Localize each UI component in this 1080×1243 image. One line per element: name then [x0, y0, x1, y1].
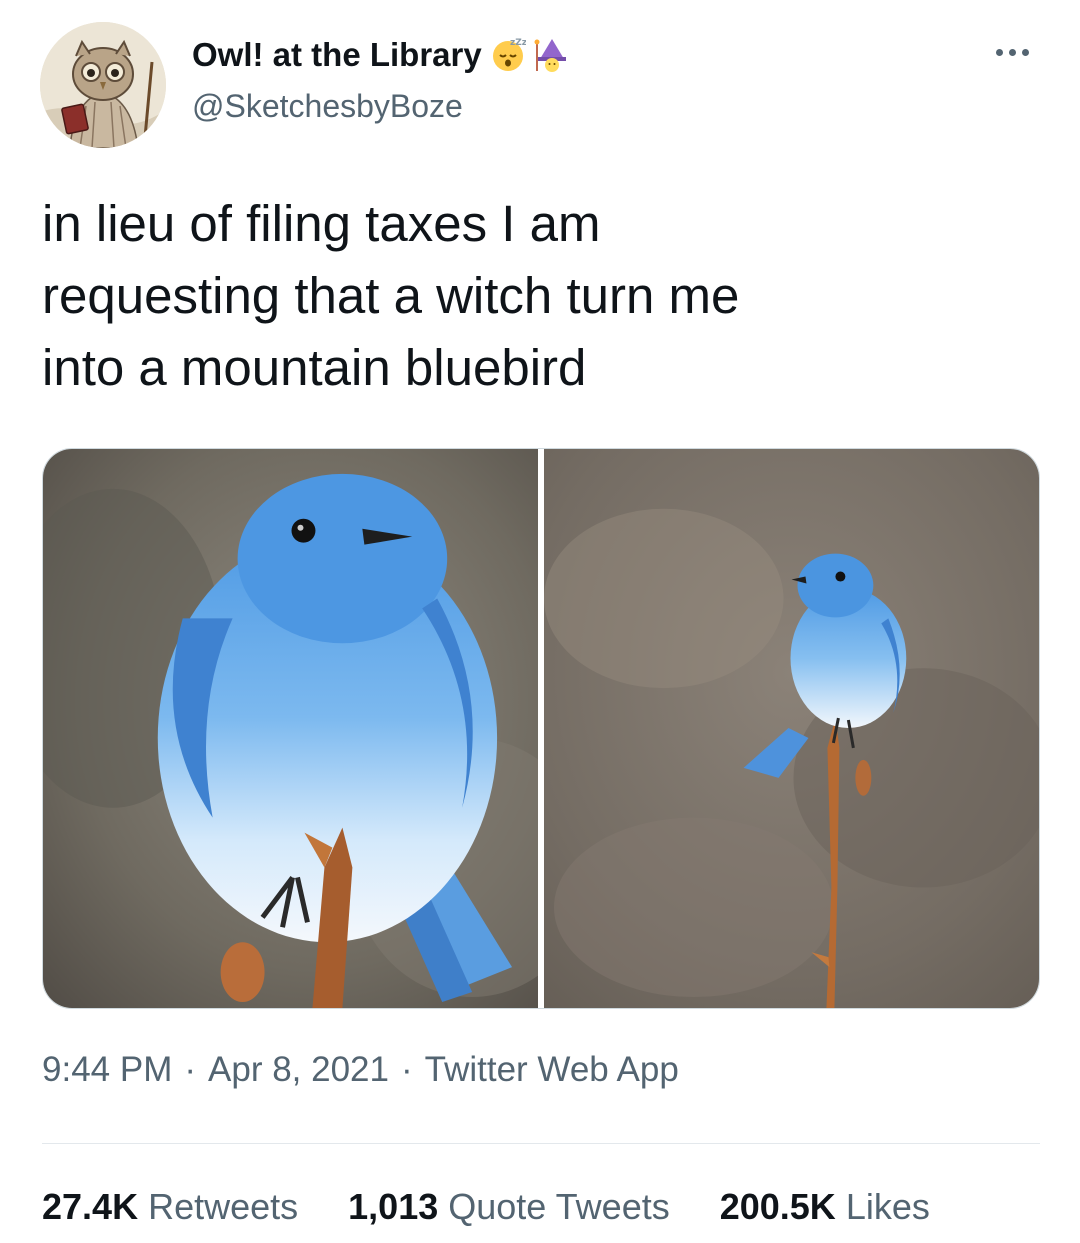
media-photo-1[interactable] — [43, 449, 538, 1008]
bluebird-on-stem-photo-icon — [544, 449, 1039, 1008]
retweets-stat[interactable]: 27.4K Retweets — [42, 1186, 298, 1228]
retweets-count: 27.4K — [42, 1186, 139, 1227]
meta-separator: · — [400, 1050, 413, 1089]
bluebird-closeup-photo-icon — [43, 449, 538, 1008]
author-handle[interactable]: @SketchesbyBoze — [192, 88, 463, 125]
likes-count: 200.5K — [719, 1186, 836, 1227]
sleeping-face-emoji-icon: zZz — [490, 37, 527, 73]
meta-separator: · — [184, 1050, 197, 1089]
likes-label: Likes — [845, 1186, 930, 1227]
tweet-text-line: in lieu of filing taxes I am — [42, 195, 601, 252]
quote-tweets-stat[interactable]: 1,013 Quote Tweets — [348, 1186, 670, 1228]
retweets-label: Retweets — [148, 1186, 299, 1227]
media-photo-2[interactable] — [544, 449, 1039, 1008]
tweet-text: in lieu of filing taxes I am requesting … — [42, 188, 1032, 404]
more-dot-icon — [995, 48, 1003, 56]
woman-mage-emoji-icon — [534, 37, 570, 73]
svg-text:zZz: zZz — [510, 38, 526, 48]
tweet-text-line: requesting that a witch turn me — [42, 267, 740, 324]
divider — [42, 1143, 1040, 1144]
likes-stat[interactable]: 200.5K Likes — [720, 1186, 930, 1228]
tweet-stats: 27.4K Retweets 1,013 Quote Tweets 200.5K Li… — [42, 1186, 1040, 1228]
more-options-button[interactable] — [984, 34, 1040, 70]
media-grid — [42, 448, 1040, 1009]
avatar[interactable] — [40, 22, 166, 148]
quote-tweets-count: 1,013 — [348, 1186, 439, 1227]
owl-avatar-icon — [40, 22, 166, 148]
tweet-text-line: into a mountain bluebird — [42, 339, 587, 396]
tweet-meta: 9:44 PM · Apr 8, 2021 · Twitter Web App — [42, 1050, 679, 1090]
tweet-card: Owl! at the Library zZz @SketchesbyBoze — [0, 0, 1080, 1243]
tweet-date[interactable]: Apr 8, 2021 — [208, 1050, 389, 1090]
author-name-row[interactable]: Owl! at the Library zZz — [192, 32, 570, 78]
display-name[interactable]: Owl! at the Library — [192, 36, 482, 74]
more-dot-icon — [1008, 48, 1016, 56]
quote-tweets-label: Quote Tweets — [448, 1186, 670, 1227]
tweet-time[interactable]: 9:44 PM — [42, 1050, 172, 1090]
more-dot-icon — [1021, 48, 1029, 56]
tweet-source[interactable]: Twitter Web App — [425, 1050, 679, 1090]
